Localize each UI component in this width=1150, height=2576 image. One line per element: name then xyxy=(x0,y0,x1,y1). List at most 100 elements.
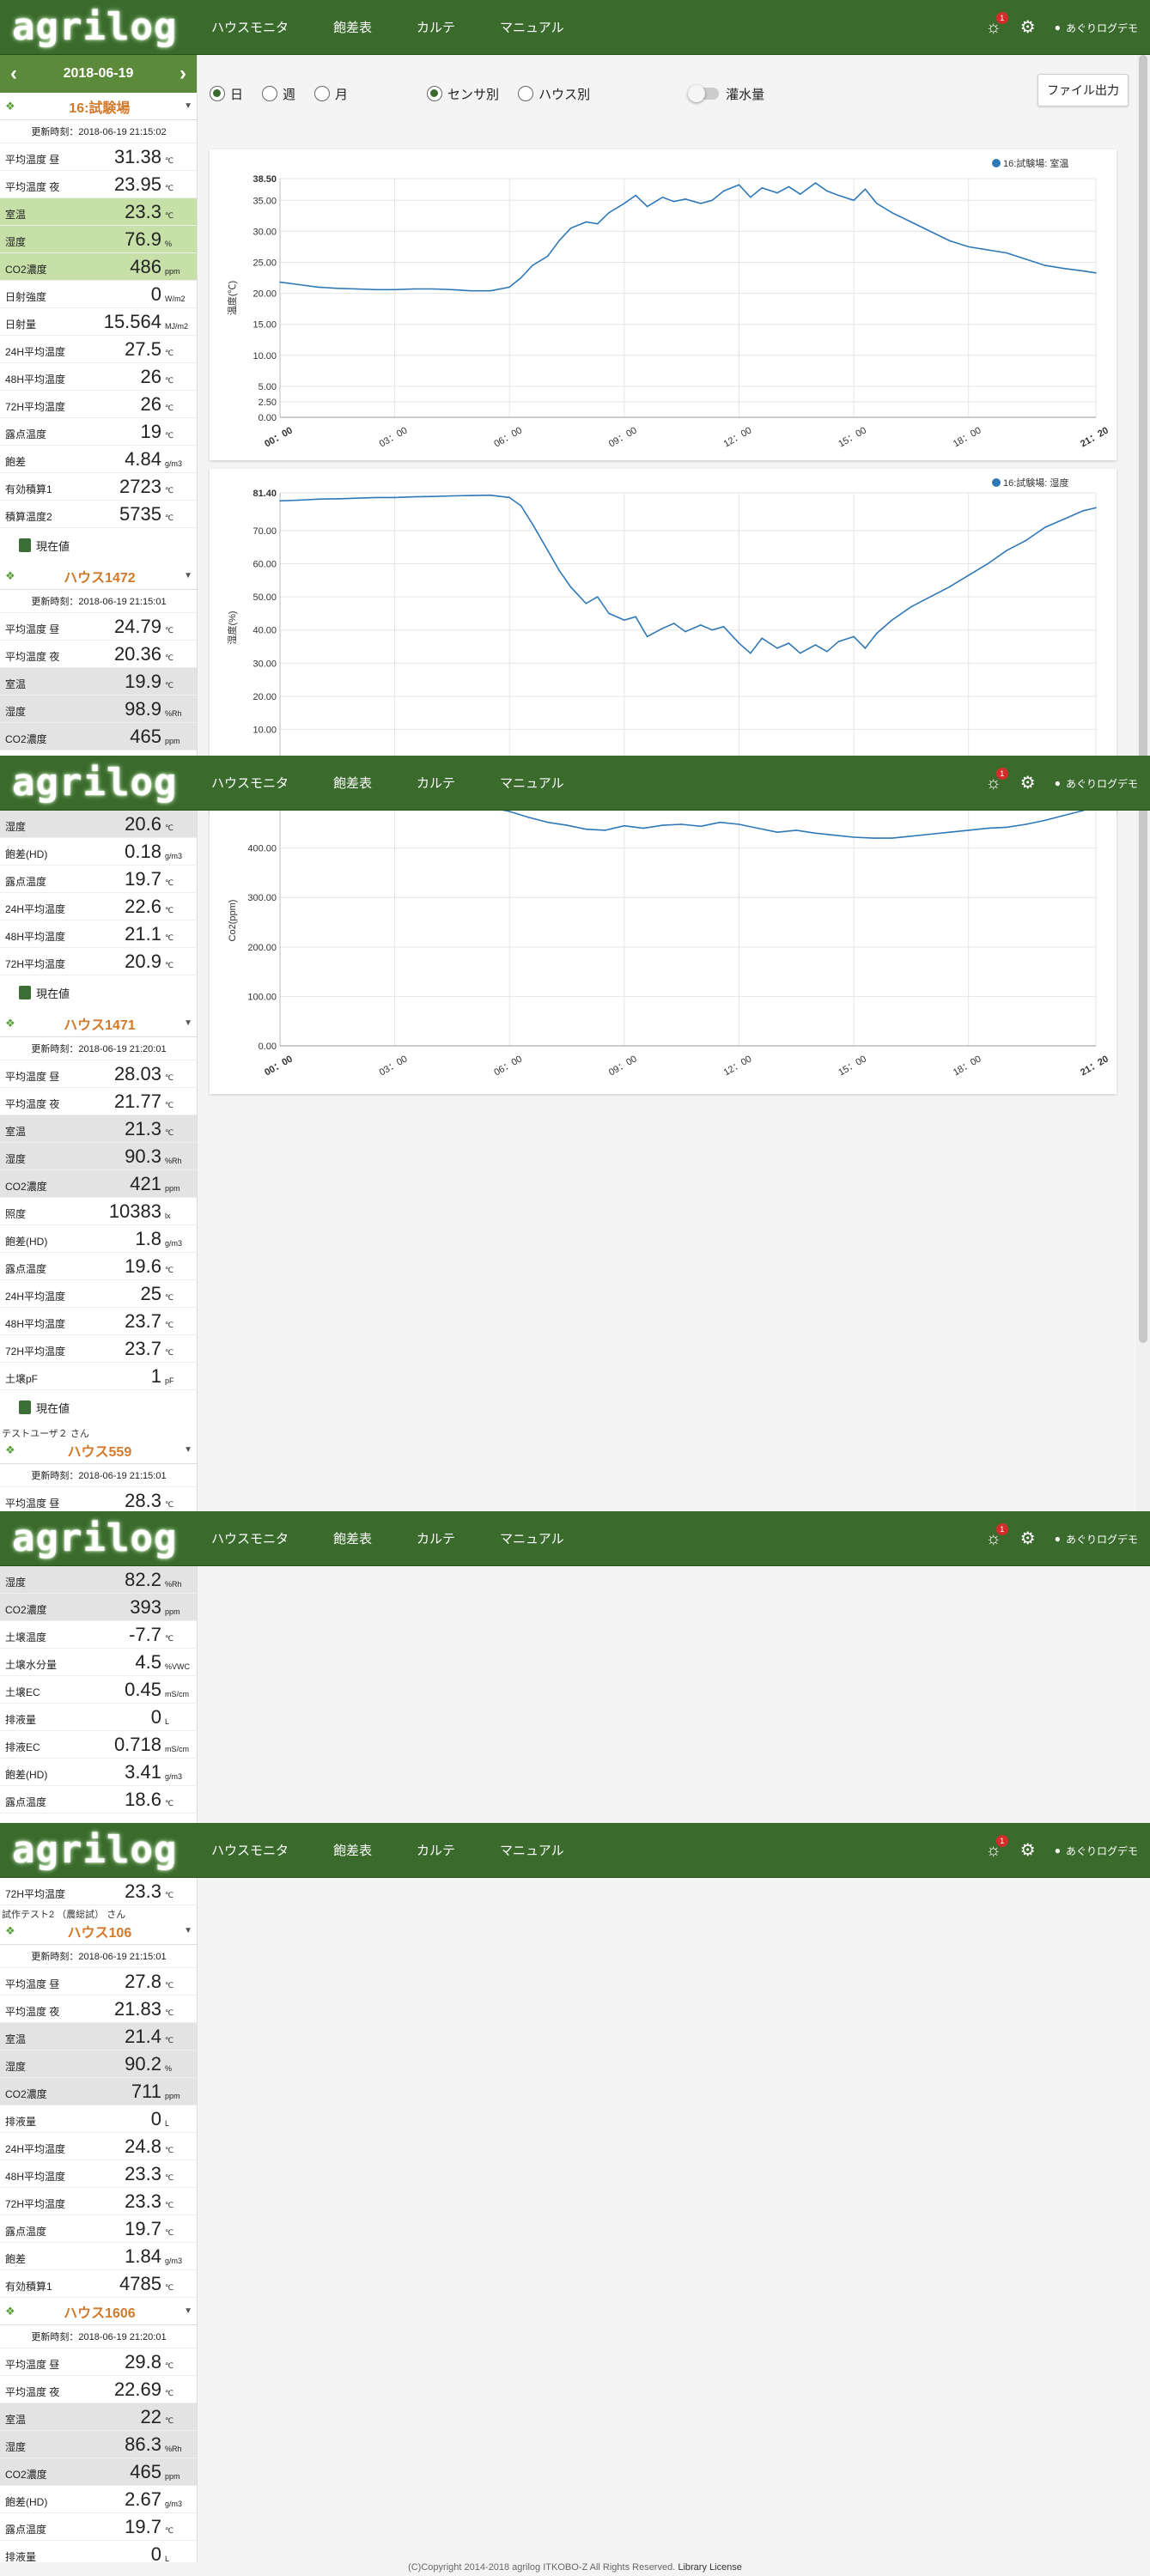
y-tick-label: 25.00 xyxy=(253,258,277,268)
house-name[interactable]: ハウス1606 xyxy=(64,2301,136,2322)
gear-icon[interactable]: ⚙ xyxy=(1020,775,1036,792)
user-icon: ● xyxy=(1054,1533,1061,1545)
gear-icon[interactable]: ⚙ xyxy=(1020,1530,1036,1547)
metric-label: 露点温度 xyxy=(5,1796,47,1808)
nav-item-3[interactable]: マニュアル xyxy=(484,1529,593,1547)
nav-item-1[interactable]: 飽差表 xyxy=(318,1529,401,1547)
metric-row: 飽差(HD) 3.41 g/m3 xyxy=(0,1759,197,1786)
metric-label: 湿度 xyxy=(5,1153,27,1165)
scrollbar-thumb[interactable] xyxy=(1139,55,1147,1343)
chevron-down-icon[interactable]: ▼ xyxy=(184,1445,192,1455)
chevron-down-icon[interactable]: ▼ xyxy=(184,101,192,111)
metric-row: 飽差(HD) 1.8 g/m3 xyxy=(0,1225,197,1253)
chevron-down-icon[interactable]: ▼ xyxy=(184,1926,192,1935)
next-date-icon[interactable]: › xyxy=(179,62,186,86)
notification-icon[interactable]: ☼ 1 xyxy=(985,768,1008,792)
metric-unit: g/m3 xyxy=(165,459,183,468)
notification-icon[interactable]: ☼ 1 xyxy=(985,1523,1008,1547)
toggle-switch[interactable] xyxy=(688,85,720,102)
nav-item-1[interactable]: 飽差表 xyxy=(318,1841,401,1859)
metric-value: 76.9 xyxy=(125,228,161,250)
metric-row: 日射強度 0 W/m2 xyxy=(0,281,197,308)
data-point xyxy=(987,249,989,251)
nav-item-3[interactable]: マニュアル xyxy=(484,774,593,792)
house-header[interactable]: ❖ ハウス1472 ▼ xyxy=(0,562,197,590)
legend-label: 16:試験場: 室温 xyxy=(1003,157,1068,169)
current-values-button[interactable]: 現在値 xyxy=(0,528,197,562)
gear-icon[interactable]: ⚙ xyxy=(1020,19,1036,36)
nav-item-2[interactable]: カルテ xyxy=(401,18,484,36)
metric-row: 24H平均温度 27.5 ℃ xyxy=(0,336,197,363)
nav-item-2[interactable]: カルテ xyxy=(401,1529,484,1547)
metric-value: 0.718 xyxy=(113,1734,161,1755)
period-radio-1[interactable]: 週 xyxy=(262,85,295,103)
user-name: あぐりログデモ xyxy=(1065,777,1138,790)
prev-date-icon[interactable]: ‹ xyxy=(10,62,17,86)
metric-value: 15.564 xyxy=(103,311,161,332)
notification-icon[interactable]: ☼ 1 xyxy=(985,1835,1008,1859)
nav-item-0[interactable]: ハウスモニタ xyxy=(198,1529,318,1547)
data-point xyxy=(569,586,572,588)
app-header: agrilog ハウスモニタ 飽差表 カルテ マニュアル ☼ 1 ⚙ ● あぐりログデモ xyxy=(0,756,1150,811)
nav-item-3[interactable]: マニュアル xyxy=(484,18,593,36)
nav-item-2[interactable]: カルテ xyxy=(401,1841,484,1859)
nav-item-0[interactable]: ハウスモニタ xyxy=(198,1841,318,1859)
agrilog-logo[interactable]: agrilog xyxy=(0,1825,198,1876)
data-point xyxy=(685,198,686,200)
house-name[interactable]: ハウス106 xyxy=(68,1921,132,1941)
house-name[interactable]: ハウス559 xyxy=(68,1440,132,1461)
nav-item-1[interactable]: 飽差表 xyxy=(318,774,401,792)
mode-radio-0[interactable]: センサ別 xyxy=(427,85,499,103)
house-header[interactable]: ❖ ハウス1606 ▼ xyxy=(0,2298,197,2325)
radio-circle[interactable] xyxy=(314,86,331,101)
current-values-button[interactable]: 現在値 xyxy=(0,975,197,1010)
library-license-link[interactable]: Library License xyxy=(678,2562,742,2573)
data-point xyxy=(853,199,855,202)
gear-icon[interactable]: ⚙ xyxy=(1020,1842,1036,1859)
nav-item-2[interactable]: カルテ xyxy=(401,774,484,792)
nav-item-0[interactable]: ハウスモニタ xyxy=(198,18,318,36)
metric-unit: ℃ xyxy=(165,1799,174,1807)
x-tick-label: 21：20 xyxy=(1079,425,1110,449)
notification-icon[interactable]: ☼ 1 xyxy=(985,12,1008,36)
metric-label: 露点温度 xyxy=(5,2226,47,2238)
chevron-down-icon[interactable]: ▼ xyxy=(184,2306,192,2316)
agrilog-logo[interactable]: agrilog xyxy=(0,757,198,809)
radio-circle[interactable] xyxy=(427,86,443,101)
nav-item-1[interactable]: 飽差表 xyxy=(318,18,401,36)
data-point xyxy=(929,230,931,233)
current-values-button[interactable]: 現在値 xyxy=(0,1390,197,1425)
house-header[interactable]: ❖ ハウス106 ▼ xyxy=(0,1917,197,1945)
house-name[interactable]: 16:試験場 xyxy=(69,96,130,117)
page: ‹ 2018-06-19 › ❖ 16:試験場 ▼ 更新時刻：2018-06-19 2… xyxy=(0,0,1150,2576)
user-menu[interactable]: ● あぐりログデモ xyxy=(1055,21,1138,35)
radio-circle[interactable] xyxy=(210,86,225,101)
agrilog-logo[interactable]: agrilog xyxy=(0,1513,198,1564)
metric-label: 飽差(HD) xyxy=(5,2496,48,2508)
agrilog-logo[interactable]: agrilog xyxy=(0,2,198,53)
chevron-down-icon[interactable]: ▼ xyxy=(184,571,192,580)
nav-item-3[interactable]: マニュアル xyxy=(484,1841,593,1859)
file-export-button[interactable]: ファイル出力 xyxy=(1037,74,1129,106)
period-radio-2[interactable]: 月 xyxy=(314,85,348,103)
nav-item-0[interactable]: ハウスモニタ xyxy=(198,774,318,792)
user-menu[interactable]: ● あぐりログデモ xyxy=(1055,1532,1138,1546)
house-name[interactable]: ハウス1472 xyxy=(64,566,136,586)
period-radio-0[interactable]: 日 xyxy=(210,85,243,103)
chevron-down-icon[interactable]: ▼ xyxy=(184,1018,192,1028)
house-header[interactable]: ❖ ハウス1471 ▼ xyxy=(0,1010,197,1037)
mode-radio-1[interactable]: ハウス別 xyxy=(518,85,590,103)
metric-value: 0 xyxy=(150,283,161,305)
metric-row: 平均温度 夜 23.95 ℃ xyxy=(0,171,197,198)
house-header[interactable]: ❖ 16:試験場 ▼ xyxy=(0,93,197,120)
user-menu[interactable]: ● あぐりログデモ xyxy=(1055,776,1138,791)
irrigation-toggle[interactable]: 灌水量 xyxy=(688,85,764,103)
radio-circle[interactable] xyxy=(518,86,534,101)
radio-circle[interactable] xyxy=(262,86,278,101)
user-menu[interactable]: ● あぐりログデモ xyxy=(1055,1844,1138,1858)
metric-label: 土壌温度 xyxy=(5,1631,47,1643)
wifi-icon: ❖ xyxy=(5,1016,15,1030)
house-name[interactable]: ハウス1471 xyxy=(64,1013,136,1034)
metric-row: 排液量 0 L xyxy=(0,2105,197,2133)
house-header[interactable]: ❖ ハウス559 ▼ xyxy=(0,1437,197,1464)
